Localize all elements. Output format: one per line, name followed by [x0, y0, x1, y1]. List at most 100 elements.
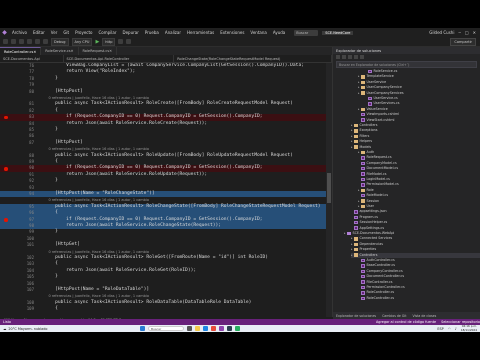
- weather-widget[interactable]: ☁ 20°C Mayorm. nublado: [3, 327, 47, 331]
- solution-search-input[interactable]: Buscar en Explorador de soluciones (Ctrl…: [336, 61, 477, 68]
- user-name[interactable]: Gilded Cushi: [429, 30, 454, 35]
- tree-item[interactable]: ▸ Role: [358, 188, 374, 193]
- breakpoint-icon[interactable]: [4, 166, 8, 171]
- tree-item[interactable]: ▸ Auth: [358, 150, 374, 155]
- tree-item[interactable]: CompanyModel.cs: [358, 161, 397, 166]
- home-icon[interactable]: [336, 55, 340, 59]
- chrome-icon[interactable]: [211, 326, 216, 331]
- menu-item[interactable]: Proyecto: [72, 30, 95, 35]
- tree-item[interactable]: AuthController.cs: [358, 258, 395, 263]
- nav-dropdown[interactable]: SCE.Documentos.Api: [0, 55, 64, 62]
- close-icon[interactable]: ✕: [71, 49, 74, 53]
- tree-item[interactable]: ▸ TemplateService: [358, 74, 394, 79]
- tree-item[interactable]: ▸ Helpers: [351, 139, 372, 144]
- menu-item[interactable]: Analizar: [162, 30, 184, 35]
- taskbar-search[interactable]: Buscar: [148, 326, 184, 331]
- tree-item[interactable]: ▸ ValueService: [358, 107, 388, 112]
- bottom-tab[interactable]: Cambios de Git: [382, 314, 406, 318]
- volume-icon[interactable]: ♪: [455, 327, 457, 331]
- tree-item[interactable]: FileModel.cs: [358, 172, 387, 177]
- nav-dropdown[interactable]: SCE.Documentos.Api.RoleController: [64, 55, 175, 62]
- save-all-icon[interactable]: [27, 39, 32, 44]
- tree-item[interactable]: DocumentController.cs: [358, 274, 404, 279]
- tree-item[interactable]: DocumentModel.cs: [358, 166, 398, 171]
- editor-tab[interactable]: RoleRequest.cs ✕: [79, 47, 118, 55]
- platform-dropdown[interactable]: Any CPU: [71, 37, 93, 46]
- filter-icon[interactable]: [360, 55, 364, 59]
- tree-item[interactable]: ▸ User: [358, 204, 374, 209]
- tree-item[interactable]: appsettings.json: [351, 209, 387, 214]
- maximize-icon[interactable]: □: [465, 30, 469, 35]
- menu-item[interactable]: Extensiones: [217, 30, 247, 35]
- clock[interactable]: 04:16 p.m. 18/11/2024: [461, 325, 477, 332]
- tree-item[interactable]: ViewImports.cshtml: [358, 112, 399, 117]
- forward-icon[interactable]: [11, 39, 16, 44]
- tree-item[interactable]: ▸ UserService: [358, 80, 386, 85]
- tree-item[interactable]: ▸ Controllers: [351, 252, 480, 258]
- sync-icon[interactable]: [342, 55, 346, 59]
- menu-item[interactable]: Herramientas: [184, 30, 217, 35]
- tree-item[interactable]: PermissionModel.cs: [358, 182, 399, 187]
- code-area[interactable]: 76 ViewBag.CompanyList = (await CompanyS…: [0, 63, 332, 317]
- share-button[interactable]: Compartir: [450, 38, 476, 46]
- menu-item[interactable]: Git: [60, 30, 72, 35]
- language-indicator[interactable]: ESP: [437, 327, 443, 331]
- tree-item[interactable]: ▸ SCE.Documentos.WebApi: [344, 231, 394, 236]
- file-explorer-icon[interactable]: [195, 326, 200, 331]
- tree-item[interactable]: UserServices.cs: [365, 101, 400, 106]
- nav-dropdown[interactable]: RoleChangeState(RoleChangeStateRequestMo…: [174, 55, 332, 62]
- close-icon[interactable]: ✕: [473, 30, 476, 35]
- wifi-icon[interactable]: ◠: [448, 327, 451, 331]
- edge-icon[interactable]: [203, 326, 208, 331]
- menu-item[interactable]: Compilar: [96, 30, 120, 35]
- status-action[interactable]: Agregar al control de código fuente: [376, 320, 436, 324]
- debug-icon[interactable]: [118, 39, 124, 44]
- tree-item[interactable]: RoleService.cs: [365, 69, 397, 74]
- redo-icon[interactable]: [43, 39, 48, 44]
- tree-item[interactable]: LoginModel.cs: [358, 177, 390, 182]
- tree-item[interactable]: ▸ Controllers: [351, 123, 377, 128]
- editor-scrollbar[interactable]: [326, 63, 332, 317]
- tree-item[interactable]: ▸ Models: [351, 145, 371, 150]
- menu-item[interactable]: Ayuda: [270, 30, 288, 35]
- bottom-tab[interactable]: Vista de clases: [413, 314, 437, 318]
- tree-item[interactable]: BaseController.cs: [358, 263, 395, 268]
- tree-item[interactable]: ▸ UserCompanyServices: [358, 91, 404, 96]
- editor-tab[interactable]: RoleService.cs ✕: [41, 47, 79, 55]
- tree-item[interactable]: ▸ Exceptions: [351, 128, 377, 133]
- menu-item[interactable]: Ver: [48, 30, 61, 35]
- tree-item[interactable]: ▸ Session: [358, 199, 379, 204]
- terminal-icon[interactable]: [227, 326, 232, 331]
- tree-item[interactable]: ViewStart.cshtml: [358, 118, 394, 123]
- tree-item[interactable]: FileController.cs: [358, 280, 393, 285]
- tree-item[interactable]: RoleController.cs: [358, 296, 394, 301]
- task-view-icon[interactable]: [187, 326, 192, 331]
- tree-item[interactable]: ▸ Filters: [351, 134, 369, 139]
- breakpoint-icon[interactable]: [4, 115, 8, 120]
- tree-item[interactable]: UserService.cs: [365, 96, 398, 101]
- close-icon[interactable]: ✕: [109, 49, 112, 53]
- scrollbar-thumb[interactable]: [327, 173, 331, 203]
- bottom-tab[interactable]: Explorador de soluciones: [336, 314, 376, 318]
- tree-item[interactable]: RoleModel.cs: [358, 193, 388, 198]
- tree-item[interactable]: ▸ Dependencias: [351, 242, 383, 247]
- save-icon[interactable]: [19, 39, 24, 44]
- start-icon[interactable]: [140, 326, 145, 331]
- undo-icon[interactable]: [35, 39, 40, 44]
- visual-studio-icon[interactable]: [219, 326, 224, 331]
- menu-item[interactable]: Prueba: [142, 30, 162, 35]
- back-icon[interactable]: [3, 39, 8, 44]
- tree-item[interactable]: RoleRequest.cs: [358, 155, 392, 160]
- tree-item[interactable]: SessionHelper.cs: [351, 220, 387, 225]
- minimize-icon[interactable]: ─: [458, 30, 460, 35]
- run-icon[interactable]: ▶: [95, 39, 99, 45]
- app-icon[interactable]: [235, 326, 240, 331]
- tree-item[interactable]: RoleController.cs: [358, 290, 394, 295]
- close-icon[interactable]: ✕: [33, 50, 36, 54]
- breakpoint-icon[interactable]: [4, 218, 8, 222]
- tree-item[interactable]: Program.cs: [351, 215, 378, 220]
- menu-item[interactable]: Depurar: [120, 30, 142, 35]
- search-box[interactable]: Buscar: [294, 29, 319, 36]
- collapse-icon[interactable]: [354, 55, 358, 59]
- menu-item[interactable]: Editar: [30, 30, 48, 35]
